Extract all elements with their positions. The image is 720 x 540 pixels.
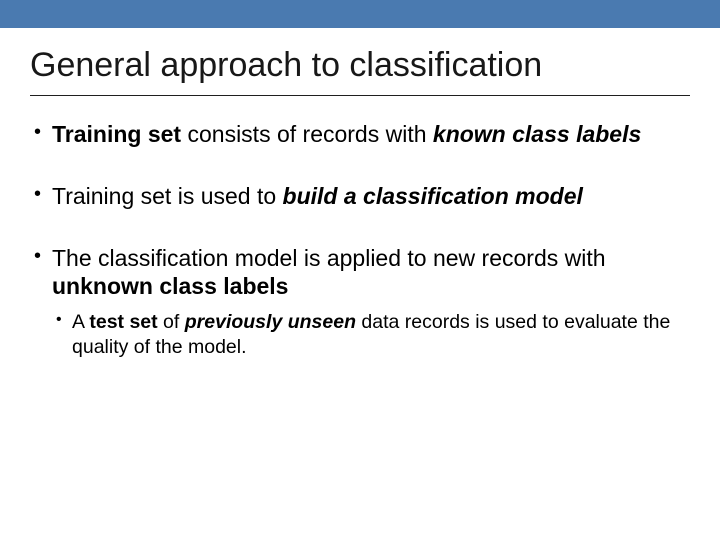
text-bold-italic: known class labels [433, 121, 641, 147]
text-bold-italic: build a classification model [283, 183, 583, 209]
text: Training set is used to [52, 183, 283, 209]
text: of [158, 311, 185, 333]
text-bold: unknown class labels [52, 273, 288, 299]
text-bold-italic: previously unseen [185, 311, 356, 333]
text-bold: Training set [52, 121, 181, 147]
bullet-list: Training set consists of records with kn… [30, 120, 690, 359]
slide-title: General approach to classification [30, 46, 690, 85]
sub-bullet-item: A test set of previously unseen data rec… [52, 310, 690, 359]
slide-content: General approach to classification Train… [0, 28, 720, 359]
text: consists of records with [181, 121, 433, 147]
title-rule [30, 95, 690, 96]
text-bold: test set [89, 311, 157, 333]
top-accent-band [0, 0, 720, 28]
text: A [72, 311, 89, 333]
sub-bullet-list: A test set of previously unseen data rec… [52, 310, 690, 359]
bullet-item: Training set consists of records with kn… [30, 120, 690, 148]
bullet-item: The classification model is applied to n… [30, 244, 690, 359]
text: The classification model is applied to n… [52, 245, 606, 271]
bullet-item: Training set is used to build a classifi… [30, 182, 690, 210]
